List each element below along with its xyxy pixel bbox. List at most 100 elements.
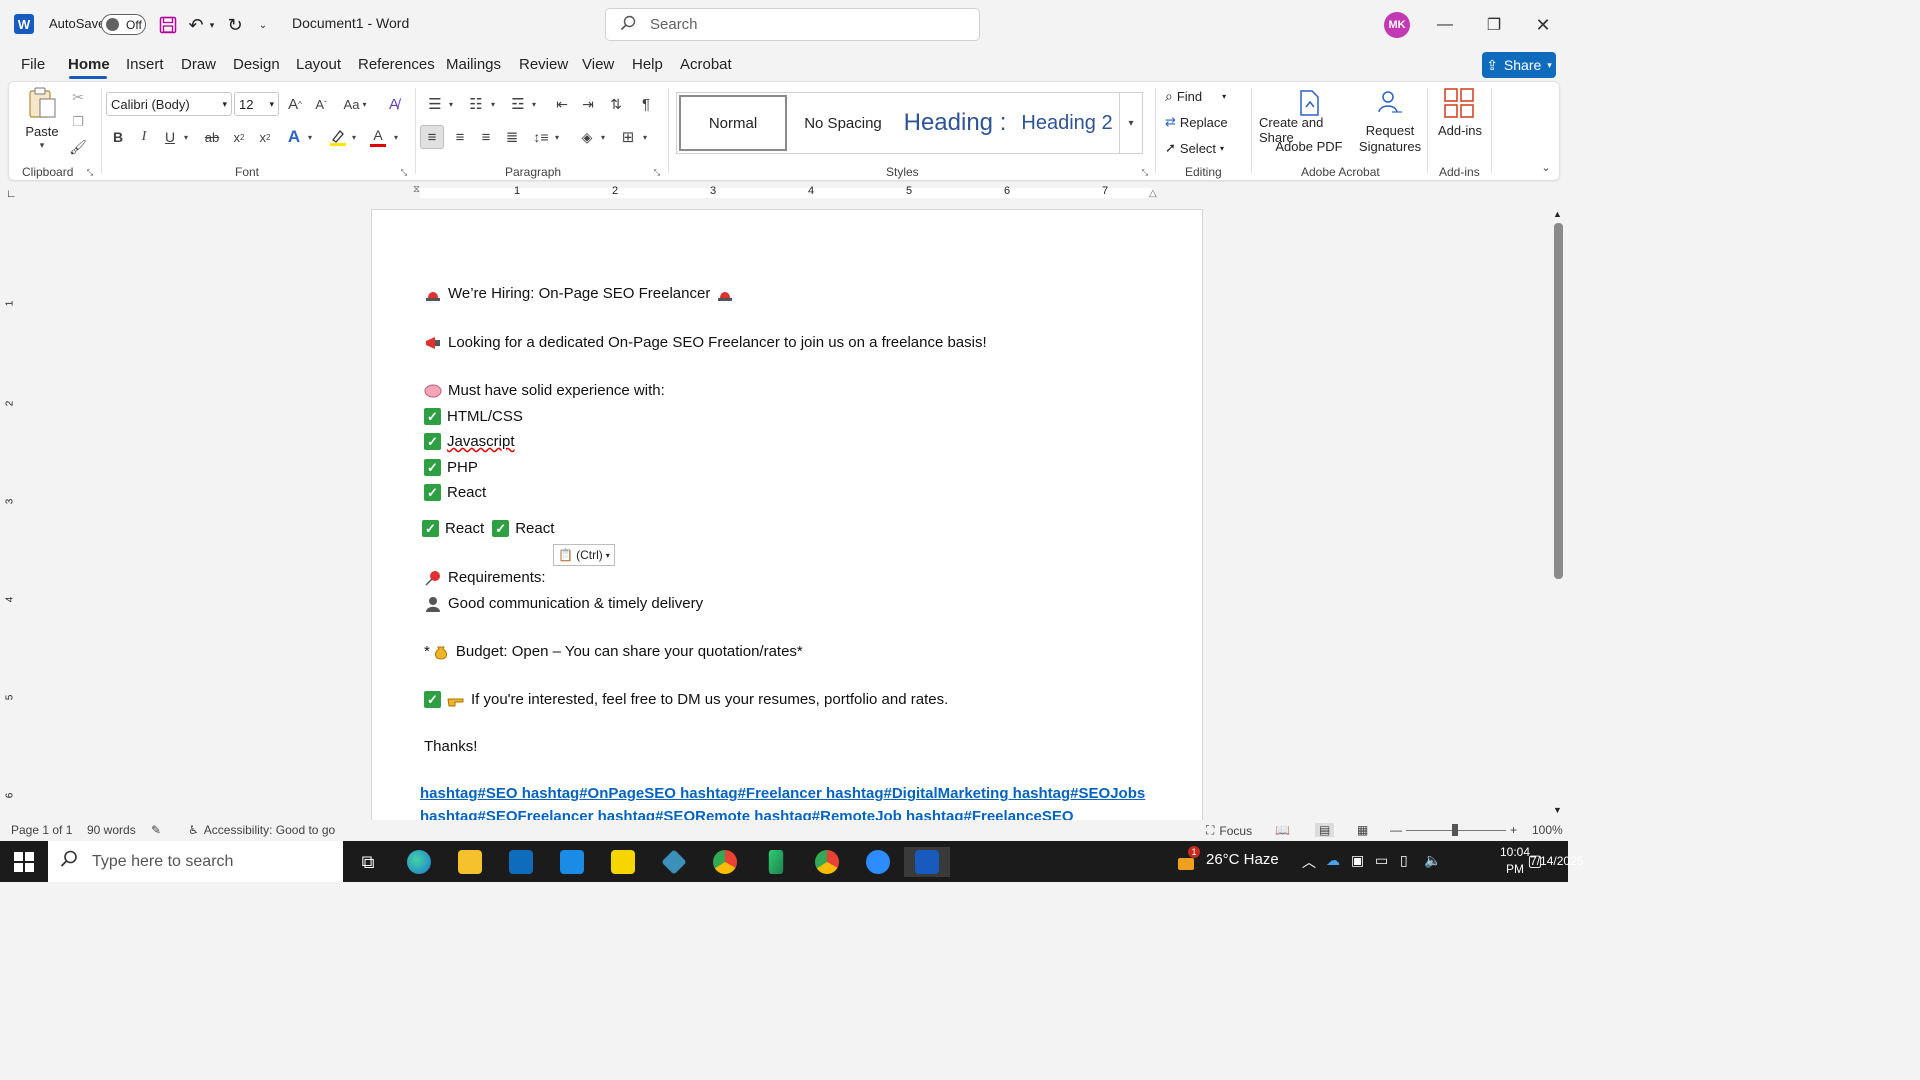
align-center-icon[interactable]: ≡ bbox=[448, 125, 472, 149]
chevron-down-icon[interactable]: ▾ bbox=[488, 94, 498, 114]
customize-toolbar-icon[interactable]: ⌄ bbox=[256, 16, 270, 34]
request-label-1[interactable]: Request bbox=[1351, 122, 1429, 138]
weather-icon[interactable]: 1 bbox=[1174, 846, 1200, 875]
find-button[interactable]: ⌕ Find ▾ bbox=[1165, 85, 1245, 107]
justify-icon[interactable]: ≣ bbox=[500, 125, 524, 149]
document-page[interactable]: We’re Hiring: On-Page SEO Freelancer Loo… bbox=[371, 209, 1203, 824]
taskbar-search[interactable]: Type here to search bbox=[48, 841, 343, 882]
collapse-ribbon-icon[interactable]: ⌄ bbox=[1539, 160, 1553, 174]
word-count[interactable]: 90 words bbox=[87, 823, 136, 837]
numbering-icon[interactable]: ☷ bbox=[465, 92, 487, 116]
zoom-level[interactable]: 100% bbox=[1532, 823, 1563, 837]
tab-selector-icon[interactable]: ∟ bbox=[6, 188, 17, 200]
edge-icon[interactable] bbox=[401, 847, 437, 877]
onedrive-icon[interactable]: ☁ bbox=[1326, 852, 1340, 869]
share-button[interactable]: ⇪ Share ▾ bbox=[1482, 52, 1556, 78]
horizontal-ruler[interactable]: ∟ ⧖ △ 1 2 3 4 5 6 7 bbox=[0, 182, 1568, 204]
chevron-down-icon[interactable]: ▾ bbox=[391, 128, 401, 146]
accessibility-status[interactable]: ♿ Accessibility: Good to go bbox=[188, 823, 335, 837]
chevron-down-icon[interactable]: ▾ bbox=[305, 128, 315, 146]
align-right-icon[interactable]: ≡ bbox=[474, 125, 498, 149]
font-launcher-icon[interactable]: ⤡ bbox=[399, 168, 409, 178]
tab-file[interactable]: File bbox=[21, 56, 45, 73]
chevron-down-icon[interactable]: ▾ bbox=[446, 94, 456, 114]
communication-line[interactable]: Good communication & timely delivery bbox=[424, 595, 703, 612]
notifications-icon[interactable]: ▢ bbox=[1524, 850, 1546, 872]
line-spacing-icon[interactable]: ↕≡ bbox=[529, 125, 553, 149]
save-icon[interactable] bbox=[157, 14, 179, 36]
volume-icon[interactable]: 🔈 bbox=[1424, 852, 1441, 869]
increase-indent-icon[interactable]: ⇥ bbox=[577, 92, 599, 116]
read-mode-icon[interactable]: 📖 bbox=[1275, 823, 1290, 837]
style-heading-1[interactable]: Heading : bbox=[899, 93, 1011, 153]
skill-line[interactable]: ✓ React bbox=[424, 484, 486, 501]
focus-button[interactable]: ⛶ Focus bbox=[1206, 823, 1252, 838]
format-painter-icon[interactable]: 🖌 bbox=[69, 137, 87, 157]
chevron-down-icon[interactable]: ▾ bbox=[640, 127, 650, 147]
meet-now-icon[interactable]: ▣ bbox=[1351, 852, 1364, 869]
request-label-2[interactable]: Signatures bbox=[1351, 138, 1429, 154]
select-button[interactable]: ➚ Select ▾ bbox=[1165, 137, 1245, 159]
styles-more-icon[interactable]: ▾ bbox=[1119, 92, 1143, 154]
autosave-toggle[interactable]: Off bbox=[101, 14, 146, 35]
chrome-icon[interactable] bbox=[809, 847, 845, 877]
web-layout-icon[interactable]: ▦ bbox=[1357, 823, 1368, 837]
chevron-down-icon[interactable]: ▾ bbox=[349, 128, 359, 146]
network-icon[interactable]: ▯ bbox=[1400, 852, 1408, 869]
battery-icon[interactable]: ▭ bbox=[1375, 852, 1388, 869]
subscript-icon[interactable]: x2 bbox=[229, 126, 249, 148]
store-icon[interactable] bbox=[503, 847, 539, 877]
tab-design[interactable]: Design bbox=[233, 56, 280, 73]
word-taskbar-icon[interactable] bbox=[904, 847, 950, 877]
vertical-scrollbar[interactable]: ▲ ▼ bbox=[1551, 209, 1565, 821]
skill-line[interactable]: ✓ HTML/CSS bbox=[424, 408, 523, 425]
tab-help[interactable]: Help bbox=[632, 56, 663, 73]
undo-dropdown-icon[interactable]: ▾ bbox=[207, 16, 217, 34]
copy-icon[interactable]: ❐ bbox=[69, 112, 87, 132]
print-layout-icon[interactable]: ▤ bbox=[1315, 823, 1335, 837]
scroll-down-icon[interactable]: ▼ bbox=[1553, 805, 1562, 815]
right-indent-marker-icon[interactable]: △ bbox=[1149, 188, 1157, 199]
replace-button[interactable]: ⇄ Replace bbox=[1165, 111, 1245, 133]
shrink-font-icon[interactable]: Aˇ bbox=[310, 92, 332, 116]
paste-label[interactable]: Paste bbox=[23, 122, 61, 140]
borders-icon[interactable]: ⊞ bbox=[616, 125, 640, 149]
paragraph-launcher-icon[interactable]: ⤡ bbox=[652, 168, 662, 178]
bold-icon[interactable]: B bbox=[108, 126, 128, 148]
style-heading-2[interactable]: Heading 2 bbox=[1013, 93, 1121, 153]
request-signatures-icon[interactable] bbox=[1375, 88, 1405, 118]
close-icon[interactable]: ✕ bbox=[1528, 10, 1558, 40]
page-count[interactable]: Page 1 of 1 bbox=[11, 823, 72, 837]
skill-line[interactable]: ✓ Javascript bbox=[424, 433, 515, 450]
chevron-down-icon[interactable]: ▾ bbox=[181, 128, 191, 146]
cut-icon[interactable]: ✂ bbox=[69, 87, 87, 107]
file-explorer-icon[interactable] bbox=[452, 847, 488, 877]
addins-label[interactable]: Add-ins bbox=[1433, 122, 1487, 138]
weather-text[interactable]: 26°C Haze bbox=[1206, 851, 1279, 868]
thanks-line[interactable]: Thanks! bbox=[424, 738, 477, 755]
scroll-up-icon[interactable]: ▲ bbox=[1553, 209, 1562, 219]
decrease-indent-icon[interactable]: ⇤ bbox=[551, 92, 573, 116]
minimize-icon[interactable]: — bbox=[1430, 10, 1460, 40]
zoom-app-icon[interactable] bbox=[860, 847, 896, 877]
tab-mailings[interactable]: Mailings bbox=[446, 56, 501, 73]
tab-review[interactable]: Review bbox=[519, 56, 568, 73]
tab-acrobat[interactable]: Acrobat bbox=[680, 56, 732, 73]
chevron-up-icon[interactable]: ︿ bbox=[1302, 852, 1316, 872]
requirements-line[interactable]: Requirements: bbox=[424, 569, 546, 586]
tab-insert[interactable]: Insert bbox=[126, 56, 164, 73]
tab-draw[interactable]: Draw bbox=[181, 56, 216, 73]
strikethrough-icon[interactable]: ab bbox=[202, 126, 222, 148]
clipboard-launcher-icon[interactable]: ⤡ bbox=[85, 168, 95, 178]
vertical-ruler[interactable]: 1 2 3 4 5 6 bbox=[4, 210, 20, 820]
intro-line[interactable]: Looking for a dedicated On-Page SEO Free… bbox=[424, 334, 987, 351]
zoom-slider-thumb[interactable] bbox=[1452, 824, 1458, 836]
font-color-icon[interactable]: A bbox=[367, 126, 389, 148]
clear-formatting-icon[interactable]: A̸ bbox=[383, 92, 405, 116]
experience-line[interactable]: Must have solid experience with: bbox=[424, 382, 665, 399]
tab-home[interactable]: Home bbox=[68, 56, 110, 73]
paste-options-button[interactable]: 📋 (Ctrl) ▾ bbox=[553, 544, 615, 566]
bullets-icon[interactable]: ☰ bbox=[424, 92, 446, 116]
undo-icon[interactable]: ↶ bbox=[186, 14, 206, 36]
proofing-icon[interactable]: ✎ bbox=[151, 823, 161, 837]
